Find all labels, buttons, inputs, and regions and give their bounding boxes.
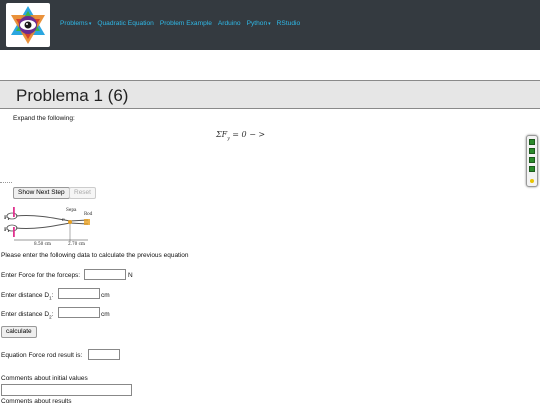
side-widget[interactable] [526,135,538,187]
widget-square-icon [529,157,535,163]
page-title: Problema 1 (6) [16,86,129,105]
nav-item-problem-example[interactable]: Problem Example [160,20,212,27]
nav-menu: Problems▾ Quadratic Equation Problem Exa… [60,20,300,27]
widget-square-icon [529,148,535,154]
comments-results-label: Comments about results [1,398,72,405]
show-next-step-button[interactable]: Show Next Step [13,187,70,199]
result-label: Equation Force rod result is: [1,352,83,359]
diagram-label-p: P [62,217,65,222]
dotted-divider [0,182,12,183]
reset-button[interactable]: Reset [69,187,96,199]
force-input[interactable] [84,269,126,280]
nav-item-arduino[interactable]: Arduino [218,20,241,27]
calculate-button[interactable]: calculate [1,326,37,338]
result-field[interactable] [88,349,120,360]
comments-initial-input[interactable] [1,384,132,396]
diagram-label-sepa: Sepa [66,207,77,212]
nav-item-quadratic-equation[interactable]: Quadratic Equation [97,20,153,27]
distance-d1-label: Enter distance D1: [1,292,54,301]
diagram-label-rod: Rod [84,211,93,216]
diagram-dimension-1: 8.50 cm [34,241,51,246]
widget-square-icon [529,139,535,145]
diagram-label-f2: F1 [4,227,9,233]
widget-square-icon [529,166,535,172]
forceps-diagram: Sepa Rod P F1 F1 8.50 cm 2.70 cm [4,207,93,246]
site-logo[interactable] [6,3,50,47]
top-navbar: Problems▾ Quadratic Equation Problem Exa… [0,0,540,50]
equation: ΣFy = 0 − > [216,130,266,142]
diagram-label-f1: F1 [4,215,9,221]
nav-item-python[interactable]: Python▾ [247,20,271,27]
comments-initial-label: Comments about initial values [1,375,88,382]
distance-d1-unit: cm [101,292,110,299]
force-label: Enter Force for the forceps: [1,272,81,279]
nav-item-problems[interactable]: Problems▾ [60,20,91,27]
chevron-down-icon: ▾ [268,21,271,27]
diagram-dimension-2: 2.70 cm [68,241,85,246]
instruction-text: Expand the following: [13,115,75,122]
nav-item-rstudio[interactable]: RStudio [277,20,300,27]
widget-dot-icon [530,179,534,183]
distance-d2-unit: cm [101,311,110,318]
distance-d2-input[interactable] [58,307,100,318]
distance-d2-label: Enter distance D2: [1,311,54,320]
force-unit: N [128,272,133,279]
chevron-down-icon: ▾ [88,21,92,27]
page-title-bar: Problema 1 (6) [0,80,540,109]
form-instructions: Please enter the following data to calcu… [1,252,189,259]
distance-d1-input[interactable] [58,288,100,299]
